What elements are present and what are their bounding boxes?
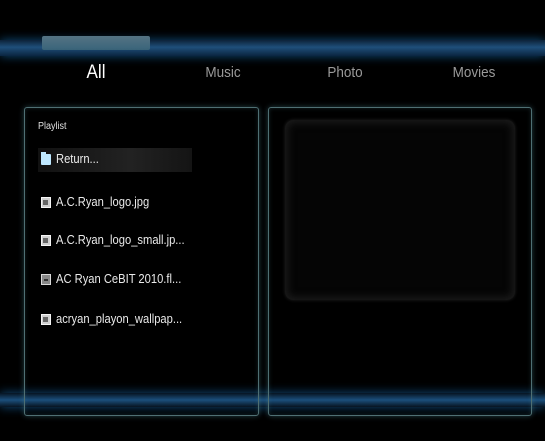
media-tab-bar: All Music Photo Movies [0, 62, 545, 92]
tab-all[interactable]: All [74, 62, 117, 84]
image-file-icon [41, 235, 51, 246]
playlist-item-label: A.C.Ryan_logo.jpg [56, 194, 150, 209]
top-cut-off-text: ▀▀▀▀ ▀▀ ▀▀▀▀▀▀▀▀ [18, 0, 308, 5]
tab-photo[interactable]: Photo [321, 64, 370, 81]
image-file-icon [41, 314, 51, 325]
image-file-icon [41, 197, 51, 208]
playlist-item-return[interactable]: Return... [38, 148, 192, 172]
playlist-title: Playlist [38, 121, 67, 132]
preview-thumbnail-area [285, 120, 515, 300]
tab-movies[interactable]: Movies [448, 64, 500, 81]
tab-music[interactable]: Music [199, 64, 248, 81]
playlist-item[interactable]: acryan_playon_wallpap... [38, 308, 192, 332]
playlist-item[interactable]: AC Ryan CeBIT 2010.fl... [38, 268, 192, 292]
video-file-icon [41, 274, 51, 285]
playlist-item-label: Return... [56, 151, 99, 166]
playlist-item-label: AC Ryan CeBIT 2010.fl... [56, 271, 182, 286]
playlist-item[interactable]: A.C.Ryan_logo.jpg [38, 191, 192, 215]
playlist-item-label: A.C.Ryan_logo_small.jp... [56, 232, 185, 247]
top-accent-highlight [42, 36, 150, 50]
folder-icon [41, 152, 51, 165]
playlist-item-label: acryan_playon_wallpap... [56, 311, 183, 326]
playlist-item[interactable]: A.C.Ryan_logo_small.jp... [38, 229, 192, 253]
